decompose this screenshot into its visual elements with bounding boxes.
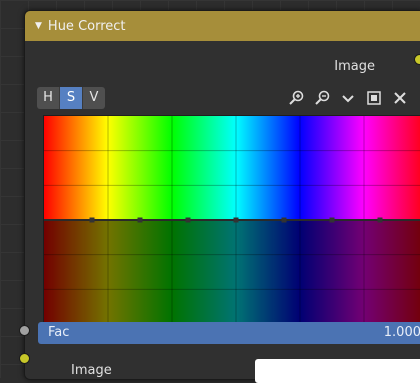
node-title: Hue Correct [47, 18, 126, 34]
zoom-in-icon[interactable] [287, 89, 305, 107]
clip-icon[interactable] [365, 89, 383, 107]
curve-control-point[interactable] [89, 217, 95, 223]
channel-h-button[interactable]: H [37, 87, 60, 109]
image-input-socket[interactable] [19, 353, 30, 364]
close-icon[interactable] [391, 89, 409, 107]
fac-value: 1.000 [383, 325, 420, 340]
chevron-down-icon[interactable] [339, 89, 357, 107]
hue-curve-editor[interactable] [43, 115, 420, 325]
output-image-socket[interactable] [414, 54, 420, 65]
curve-control-point[interactable] [233, 217, 239, 223]
curve-control-point[interactable] [137, 217, 143, 223]
hue-correct-node[interactable]: ▼ Hue Correct Image H S V Fac 1.000 Imag… [24, 10, 420, 383]
channel-v-button[interactable]: V [83, 87, 105, 109]
zoom-out-icon[interactable] [313, 89, 331, 107]
fac-slider[interactable]: Fac 1.000 [38, 322, 420, 344]
curve-control-point[interactable] [281, 217, 287, 223]
channel-selector: H S V [37, 87, 105, 109]
fac-input-socket[interactable] [19, 325, 30, 336]
output-image-label: Image [334, 59, 375, 74]
node-header[interactable]: ▼ Hue Correct [25, 11, 420, 41]
curve-control-point[interactable] [377, 217, 383, 223]
collapse-arrow-icon[interactable]: ▼ [35, 21, 42, 31]
hue-curve-canvas[interactable] [44, 116, 420, 324]
curve-control-point[interactable] [185, 217, 191, 223]
channel-s-button[interactable]: S [60, 87, 83, 109]
fac-label: Fac [48, 325, 70, 340]
input-image-label: Image [71, 363, 112, 378]
image-color-swatch[interactable] [255, 359, 420, 383]
curve-tools [287, 87, 409, 109]
curve-toolbar: H S V [37, 87, 409, 111]
curve-control-point[interactable] [329, 217, 335, 223]
